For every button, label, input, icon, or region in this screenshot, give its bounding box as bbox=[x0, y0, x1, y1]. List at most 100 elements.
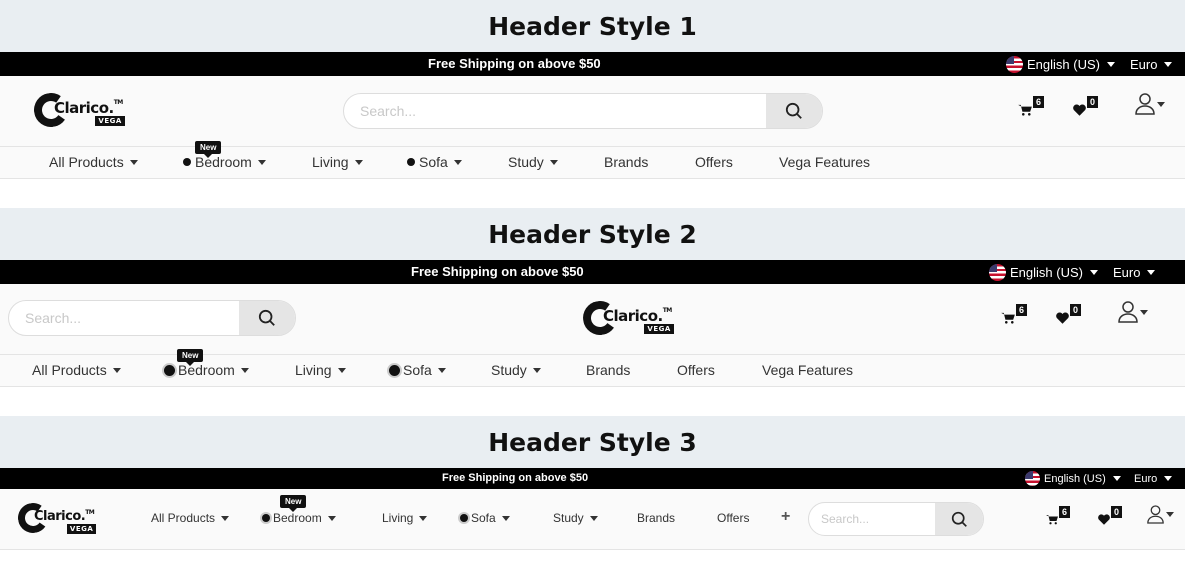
nav-label: All Products bbox=[32, 362, 107, 378]
chevron-down-icon bbox=[549, 159, 558, 165]
section-title: Header Style 3 bbox=[0, 416, 1185, 468]
nav-living[interactable]: Living bbox=[312, 154, 363, 170]
chevron-down-icon bbox=[129, 159, 138, 165]
nav-sofa[interactable]: Sofa bbox=[407, 154, 462, 170]
nav-label: Sofa bbox=[403, 362, 432, 378]
chevron-down-icon bbox=[437, 367, 446, 373]
search-bar bbox=[808, 502, 984, 536]
nav-bedroom[interactable]: New Bedroom bbox=[164, 349, 249, 378]
header-style-3: Header Style 3 Free Shipping on above $5… bbox=[0, 416, 1185, 550]
nav-label: Bedroom bbox=[273, 511, 322, 525]
chevron-down-icon bbox=[1157, 101, 1166, 107]
wishlist-button[interactable]: 0 bbox=[1073, 96, 1099, 116]
us-flag-icon bbox=[1006, 55, 1023, 73]
main-header: Clarico.TM VEGA 6 0 bbox=[0, 76, 1185, 146]
nav-study[interactable]: Study bbox=[508, 154, 558, 170]
nav-bedroom[interactable]: New Bedroom bbox=[183, 141, 266, 170]
nav-vega-features[interactable]: Vega Features bbox=[779, 154, 870, 170]
nav-label: Brands bbox=[637, 511, 676, 525]
search-input[interactable] bbox=[809, 503, 935, 535]
nav-bedroom[interactable]: New Bedroom bbox=[262, 495, 336, 525]
nav-label: All Products bbox=[151, 511, 216, 525]
header-style-2: Header Style 2 Free Shipping on above $5… bbox=[0, 208, 1185, 387]
nav-label: Living bbox=[382, 511, 414, 525]
logo[interactable]: Clarico.TM VEGA bbox=[15, 500, 97, 536]
language-selector[interactable]: English (US) bbox=[1006, 52, 1115, 76]
nav-offers[interactable]: Offers bbox=[717, 511, 749, 525]
chevron-down-icon bbox=[1166, 511, 1175, 517]
wishlist-button[interactable]: 0 bbox=[1056, 304, 1082, 324]
nav-brands[interactable]: Brands bbox=[637, 511, 675, 525]
main-nav: All Products New Bedroom Living Sofa Stu… bbox=[0, 349, 1185, 387]
cart-button[interactable]: 6 bbox=[1046, 506, 1071, 525]
logo-tm: TM bbox=[113, 99, 124, 106]
account-menu[interactable] bbox=[1118, 301, 1149, 323]
cart-button[interactable]: 6 bbox=[1018, 96, 1045, 116]
dot-icon bbox=[389, 364, 400, 376]
search-bar bbox=[8, 300, 296, 336]
nav-all-products[interactable]: All Products bbox=[49, 154, 138, 170]
chevron-down-icon bbox=[1089, 269, 1098, 275]
search-input[interactable] bbox=[9, 301, 240, 335]
nav-label: Vega Features bbox=[779, 154, 871, 170]
shipping-notice: Free Shipping on above $50 bbox=[428, 56, 601, 71]
user-icon bbox=[1118, 301, 1138, 323]
language-label: English (US) bbox=[1044, 472, 1106, 485]
chevron-down-icon bbox=[1112, 476, 1121, 481]
nav-label: Sofa bbox=[419, 154, 448, 170]
logo[interactable]: Clarico.TM VEGA bbox=[31, 90, 125, 130]
language-selector[interactable]: English (US) bbox=[1025, 468, 1121, 489]
nav-label: Study bbox=[553, 511, 584, 525]
currency-selector[interactable]: Euro bbox=[1134, 468, 1173, 489]
cart-count: 6 bbox=[1016, 304, 1028, 316]
search-input[interactable] bbox=[344, 94, 767, 128]
nav-label: Brands bbox=[604, 154, 649, 170]
logo-text: Clarico. bbox=[54, 99, 114, 117]
more-menu-button[interactable]: + bbox=[781, 508, 790, 526]
nav-offers[interactable]: Offers bbox=[677, 362, 715, 378]
logo-sub: VEGA bbox=[66, 523, 97, 534]
nav-sofa[interactable]: Sofa bbox=[389, 362, 446, 378]
logo-tm: TM bbox=[662, 307, 673, 314]
search-button[interactable] bbox=[935, 503, 983, 535]
nav-living[interactable]: Living bbox=[295, 362, 346, 378]
nav-offers[interactable]: Offers bbox=[695, 154, 733, 170]
chevron-down-icon bbox=[240, 367, 249, 373]
language-selector[interactable]: English (US) bbox=[989, 260, 1098, 284]
nav-label: Study bbox=[508, 154, 544, 170]
nav-all-products[interactable]: All Products bbox=[151, 511, 230, 525]
currency-label: Euro bbox=[1130, 56, 1158, 72]
section-title: Header Style 2 bbox=[0, 208, 1185, 260]
nav-brands[interactable]: Brands bbox=[604, 154, 648, 170]
main-header: Clarico.TM VEGA All Products New Bedroom … bbox=[0, 489, 1185, 550]
heart-icon bbox=[1056, 312, 1069, 324]
main-header: Clarico.TM VEGA 6 0 bbox=[0, 284, 1185, 354]
logo[interactable]: Clarico.TM VEGA bbox=[580, 298, 674, 338]
logo-text: Clarico. bbox=[34, 508, 86, 524]
cart-button[interactable]: 6 bbox=[1001, 304, 1028, 324]
nav-all-products[interactable]: All Products bbox=[32, 362, 121, 378]
nav-study[interactable]: Study bbox=[491, 362, 541, 378]
nav-study[interactable]: Study bbox=[553, 511, 598, 525]
currency-selector[interactable]: Euro bbox=[1130, 52, 1173, 76]
nav-sofa[interactable]: Sofa bbox=[460, 511, 510, 525]
chevron-down-icon bbox=[532, 367, 541, 373]
nav-living[interactable]: Living bbox=[382, 511, 428, 525]
search-button[interactable] bbox=[239, 301, 295, 335]
nav-vega-features[interactable]: Vega Features bbox=[762, 362, 853, 378]
top-bar: Free Shipping on above $50 English (US) … bbox=[0, 260, 1185, 284]
account-menu[interactable] bbox=[1135, 93, 1166, 115]
nav-label: Offers bbox=[695, 154, 733, 170]
dot-icon bbox=[164, 364, 175, 376]
nav-brands[interactable]: Brands bbox=[586, 362, 630, 378]
dot-icon bbox=[460, 514, 468, 522]
chevron-down-icon bbox=[589, 515, 598, 521]
currency-selector[interactable]: Euro bbox=[1113, 260, 1156, 284]
shipping-notice: Free Shipping on above $50 bbox=[442, 472, 589, 484]
account-menu[interactable] bbox=[1147, 504, 1175, 524]
wishlist-button[interactable]: 0 bbox=[1098, 506, 1123, 525]
logo-sub: VEGA bbox=[95, 116, 125, 126]
search-button[interactable] bbox=[766, 94, 822, 128]
chevron-down-icon bbox=[1140, 309, 1149, 315]
currency-label: Euro bbox=[1134, 472, 1158, 485]
